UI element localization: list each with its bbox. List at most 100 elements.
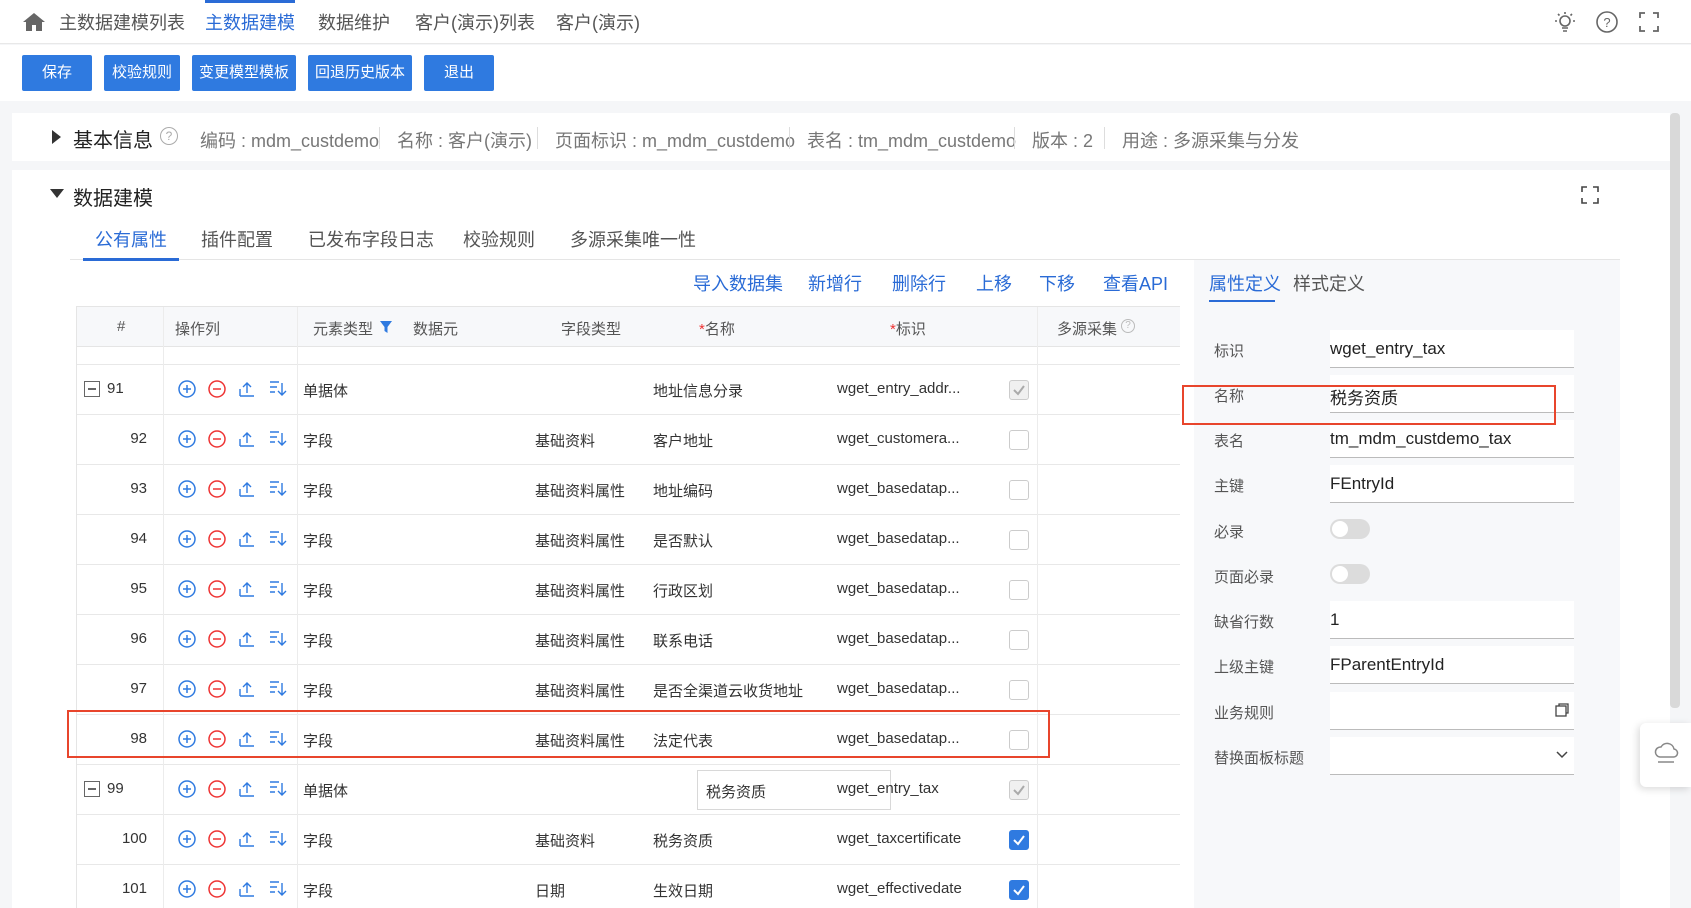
subtab-multi-source-unique[interactable]: 多源采集唯一性	[570, 222, 696, 260]
required-toggle[interactable]	[1330, 519, 1370, 539]
default-rows-input[interactable]: 1	[1330, 601, 1574, 639]
add-circle-icon[interactable]	[177, 429, 197, 449]
tab-customer-demo-list[interactable]: 客户(演示)列表	[415, 0, 535, 44]
lightbulb-icon[interactable]	[1553, 10, 1577, 34]
delete-row-link[interactable]: 删除行	[892, 270, 946, 300]
move-up-icon[interactable]	[237, 779, 257, 799]
filter-icon[interactable]	[379, 320, 393, 334]
multi-source-checkbox[interactable]	[1009, 530, 1029, 550]
move-down-icon[interactable]	[267, 679, 287, 699]
subtab-validate-rules[interactable]: 校验规则	[463, 222, 535, 260]
tab-mdm-model[interactable]: 主数据建模	[205, 0, 295, 44]
save-button[interactable]: 保存	[22, 55, 92, 91]
move-down-icon[interactable]	[267, 379, 287, 399]
move-up-icon[interactable]	[237, 579, 257, 599]
data-modeling-title[interactable]: 数据建模	[73, 182, 153, 211]
add-circle-icon[interactable]	[177, 479, 197, 499]
multi-source-checkbox[interactable]	[1009, 880, 1029, 900]
multi-source-checkbox[interactable]	[1009, 680, 1029, 700]
move-up-icon[interactable]	[237, 429, 257, 449]
validate-rules-button[interactable]: 校验规则	[104, 55, 180, 91]
tab-customer-demo[interactable]: 客户(演示)	[556, 0, 640, 44]
cloud-icon[interactable]	[1652, 739, 1680, 767]
remove-circle-icon[interactable]	[207, 479, 227, 499]
table-name-input[interactable]: tm_mdm_custdemo_tax	[1330, 420, 1574, 458]
move-down-icon[interactable]	[267, 579, 287, 599]
multi-source-checkbox[interactable]	[1009, 580, 1029, 600]
subtab-published-log[interactable]: 已发布字段日志	[308, 222, 434, 260]
add-circle-icon[interactable]	[177, 529, 197, 549]
tab-mdm-model-list[interactable]: 主数据建模列表	[59, 0, 185, 44]
add-circle-icon[interactable]	[177, 629, 197, 649]
move-down-link[interactable]: 下移	[1039, 270, 1075, 300]
multi-source-checkbox[interactable]	[1009, 430, 1029, 450]
rollback-version-button[interactable]: 回退历史版本	[308, 55, 412, 91]
home-icon[interactable]	[22, 12, 46, 32]
move-down-icon[interactable]	[267, 629, 287, 649]
collapse-icon[interactable]	[84, 781, 100, 797]
subtab-plugin-config[interactable]: 插件配置	[201, 222, 273, 260]
table-row[interactable]: 92 字段 基础资料 客户地址 wget_customera...	[77, 415, 1180, 465]
help-icon[interactable]: ?	[1595, 10, 1619, 34]
caret-right-icon[interactable]	[52, 130, 61, 144]
table-row[interactable]: 101 字段 日期 生效日期 wget_effectivedate	[77, 865, 1180, 908]
cloud-float-button[interactable]	[1640, 723, 1691, 787]
table-row[interactable]: 100 字段 基础资料 税务资质 wget_taxcertificate	[77, 815, 1180, 865]
add-circle-icon[interactable]	[177, 829, 197, 849]
subtab-public-attrs[interactable]: 公有属性	[83, 222, 179, 261]
add-circle-icon[interactable]	[177, 779, 197, 799]
table-row[interactable]: 99 单据体 税务资质 wget_entry_tax	[77, 765, 1180, 815]
table-row[interactable]: 95 字段 基础资料属性 行政区划 wget_basedatap...	[77, 565, 1180, 615]
collapse-icon[interactable]	[84, 381, 100, 397]
multi-source-checkbox[interactable]	[1009, 480, 1029, 500]
tab-property-definition[interactable]: 属性定义	[1209, 270, 1281, 296]
table-row[interactable]: 96 字段 基础资料属性 联系电话 wget_basedatap...	[77, 615, 1180, 665]
move-up-icon[interactable]	[237, 629, 257, 649]
move-up-icon[interactable]	[237, 829, 257, 849]
table-row[interactable]: 91 单据体 地址信息分录 wget_entry_addr...	[77, 365, 1180, 415]
multi-source-checkbox[interactable]	[1009, 630, 1029, 650]
move-up-icon[interactable]	[237, 879, 257, 899]
exit-button[interactable]: 退出	[424, 55, 494, 91]
remove-circle-icon[interactable]	[207, 829, 227, 849]
expand-icon[interactable]	[1580, 185, 1600, 205]
move-down-icon[interactable]	[267, 879, 287, 899]
page-required-toggle[interactable]	[1330, 564, 1370, 584]
move-up-icon[interactable]	[237, 479, 257, 499]
move-up-icon[interactable]	[237, 529, 257, 549]
remove-circle-icon[interactable]	[207, 779, 227, 799]
remove-circle-icon[interactable]	[207, 579, 227, 599]
add-circle-icon[interactable]	[177, 879, 197, 899]
identifier-input[interactable]: wget_entry_tax	[1330, 330, 1574, 368]
multi-source-checkbox[interactable]	[1009, 830, 1029, 850]
view-api-link[interactable]: 查看API	[1103, 270, 1168, 300]
parent-pk-input[interactable]: FParentEntryId	[1330, 646, 1574, 684]
remove-circle-icon[interactable]	[207, 529, 227, 549]
remove-circle-icon[interactable]	[207, 679, 227, 699]
table-row[interactable]: 93 字段 基础资料属性 地址编码 wget_basedatap...	[77, 465, 1180, 515]
move-down-icon[interactable]	[267, 529, 287, 549]
import-dataset-link[interactable]: 导入数据集	[693, 270, 783, 300]
biz-rule-input[interactable]	[1330, 692, 1574, 730]
move-down-icon[interactable]	[267, 429, 287, 449]
tab-style-definition[interactable]: 样式定义	[1293, 270, 1365, 296]
add-circle-icon[interactable]	[177, 679, 197, 699]
tab-data-maintenance[interactable]: 数据维护	[318, 0, 390, 44]
basic-info-title[interactable]: 基本信息	[73, 124, 153, 153]
chevron-down-icon[interactable]	[1556, 751, 1568, 759]
move-down-icon[interactable]	[267, 779, 287, 799]
move-down-icon[interactable]	[267, 479, 287, 499]
add-circle-icon[interactable]	[177, 379, 197, 399]
fullscreen-icon[interactable]	[1637, 10, 1661, 34]
move-down-icon[interactable]	[267, 829, 287, 849]
remove-circle-icon[interactable]	[207, 879, 227, 899]
move-up-link[interactable]: 上移	[976, 270, 1012, 300]
copy-icon[interactable]	[1554, 702, 1570, 718]
panel-title-select[interactable]	[1330, 737, 1574, 775]
page-scrollbar[interactable]	[1670, 113, 1680, 708]
add-row-link[interactable]: 新增行	[808, 270, 862, 300]
add-circle-icon[interactable]	[177, 579, 197, 599]
move-up-icon[interactable]	[237, 679, 257, 699]
caret-down-icon[interactable]	[50, 189, 64, 198]
change-template-button[interactable]: 变更模型模板	[192, 55, 296, 91]
